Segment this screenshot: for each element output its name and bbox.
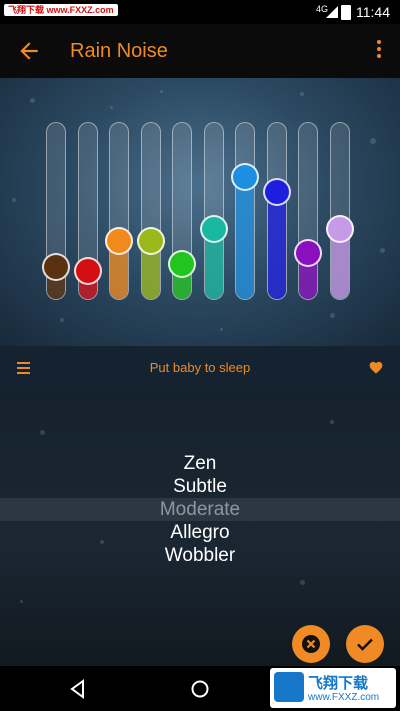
volume-slider-track[interactable] (203, 122, 224, 300)
check-icon (357, 638, 373, 651)
volume-slider-track[interactable] (329, 122, 350, 300)
nav-back-icon[interactable] (67, 678, 89, 700)
cancel-button[interactable] (292, 625, 330, 663)
watermark-label: 飞翔下载 www.FXXZ.com (4, 4, 118, 16)
picker-item-subtle[interactable]: Subtle (0, 475, 400, 498)
confirm-button[interactable] (346, 625, 384, 663)
volume-slider-fill (267, 190, 286, 299)
picker-item-moderate[interactable]: Moderate (0, 498, 400, 521)
app-bar: Rain Noise (0, 24, 400, 78)
close-circle-icon (302, 635, 320, 653)
volume-slider-knob[interactable] (294, 239, 322, 267)
preset-title[interactable]: Put baby to sleep (0, 360, 400, 375)
preset-bar: Put baby to sleep (0, 346, 400, 390)
volume-slider-fill (236, 175, 254, 299)
watermark-sub: www.FXXZ.com (308, 692, 380, 703)
volume-slider-knob[interactable] (42, 252, 70, 281)
volume-slider-knob[interactable] (199, 215, 228, 243)
preset-picker-area: Zen Subtle Moderate Allegro Wobbler (0, 390, 400, 666)
nav-home-icon[interactable] (189, 678, 211, 700)
volume-slider-track[interactable] (140, 122, 161, 300)
picker-item-wobbler[interactable]: Wobbler (0, 544, 400, 567)
intensity-picker[interactable]: Zen Subtle Moderate Allegro Wobbler (0, 452, 400, 567)
volume-slider-track[interactable] (298, 122, 318, 300)
sound-mixer (0, 78, 400, 346)
volume-slider-track[interactable] (109, 122, 129, 300)
watermark-logo: 飞翔下载 www.FXXZ.com (270, 668, 396, 708)
volume-slider-knob[interactable] (168, 249, 196, 278)
status-bar: 飞翔下载 www.FXXZ.com 4G 11:44 (0, 0, 400, 24)
more-vert-icon[interactable] (376, 40, 382, 62)
picker-item-allegro[interactable]: Allegro (0, 521, 400, 544)
volume-slider-knob[interactable] (105, 227, 133, 255)
battery-icon (341, 5, 351, 20)
clock: 11:44 (356, 4, 390, 20)
volume-slider-track[interactable] (266, 122, 287, 300)
volume-slider-knob[interactable] (231, 162, 259, 191)
watermark-text: 飞翔下载 (308, 675, 369, 692)
volume-slider-knob[interactable] (262, 177, 291, 206)
volume-slider-knob[interactable] (325, 215, 354, 243)
navigation-bar: 飞翔下载 www.FXXZ.com (0, 666, 400, 711)
volume-slider-knob[interactable] (136, 227, 165, 255)
volume-slider-knob[interactable] (73, 257, 102, 285)
arrow-left-icon[interactable] (16, 38, 42, 64)
volume-slider-track[interactable] (235, 122, 255, 300)
watermark-logo-icon (274, 672, 304, 702)
signal-icon (326, 6, 338, 18)
picker-item-zen[interactable]: Zen (0, 452, 400, 475)
heart-icon[interactable] (368, 360, 384, 374)
page-title: Rain Noise (70, 40, 168, 62)
